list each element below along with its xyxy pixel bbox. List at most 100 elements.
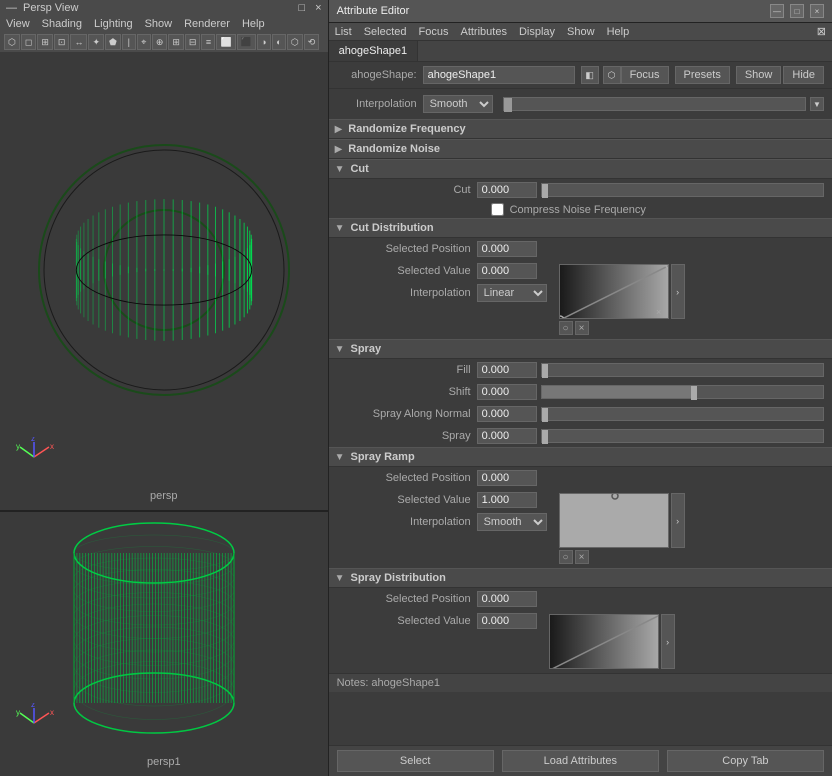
spray-ramp-selpos-input[interactable] [477, 470, 537, 486]
copy-tab-btn[interactable]: Copy Tab [667, 750, 824, 772]
node-icon-btn-1[interactable]: ◧ [581, 66, 599, 84]
ae-menu-focus[interactable]: Focus [419, 26, 449, 38]
toolbar-btn-3[interactable]: ⊞ [37, 34, 53, 50]
interp-top-slider[interactable] [503, 97, 806, 111]
minimize-btn[interactable]: — [6, 2, 17, 14]
cut-input[interactable] [477, 182, 537, 198]
spray-ramp-selval-input[interactable] [477, 492, 537, 508]
interp-top-select[interactable]: SmoothNoneLinearSpline [423, 95, 493, 113]
toolbar-btn-17[interactable]: ◐ [272, 34, 286, 50]
toolbar-btn-8[interactable]: | [122, 34, 136, 50]
menu-help[interactable]: Help [242, 18, 265, 30]
cut-dist-selpos-input[interactable] [477, 241, 537, 257]
svg-text:x: x [50, 708, 54, 717]
toolbar-btn-4[interactable]: ⊡ [54, 34, 70, 50]
viewport-top-canvas[interactable] [0, 52, 328, 488]
toolbar-btn-13[interactable]: ≡ [201, 34, 215, 50]
spray-attr-input[interactable] [477, 428, 537, 444]
ae-menu-help[interactable]: Help [607, 26, 630, 38]
section-cut[interactable]: ▼ Cut [329, 159, 832, 179]
menu-shading[interactable]: Shading [42, 18, 82, 30]
ae-menu-display[interactable]: Display [519, 26, 555, 38]
toolbar-btn-2[interactable]: ◻ [21, 34, 36, 50]
persp-view-titlebar: — Persp View □ × [0, 0, 328, 16]
ae-close-btn[interactable]: × [810, 4, 824, 18]
viewport-bottom[interactable]: x y z persp1 [0, 512, 328, 776]
spray-ramp-selpos-row: Selected Position [329, 467, 832, 489]
cut-dist-ramp-canvas[interactable]: × [559, 264, 669, 319]
spray-ramp-interp-select[interactable]: SmoothNoneLinearSpline [477, 513, 547, 531]
hide-btn[interactable]: Hide [783, 66, 824, 84]
cut-dist-del-btn[interactable]: × [575, 321, 589, 335]
section-cut-distribution[interactable]: ▼ Cut Distribution [329, 218, 832, 238]
interp-top-slider-end[interactable]: ▼ [810, 97, 824, 111]
ae-pin-icon[interactable]: ⊠ [817, 25, 826, 38]
load-attributes-btn[interactable]: Load Attributes [502, 750, 659, 772]
spray-fill-input[interactable] [477, 362, 537, 378]
menu-renderer[interactable]: Renderer [184, 18, 230, 30]
ae-menu-selected[interactable]: Selected [364, 26, 407, 38]
toolbar-btn-12[interactable]: ⊟ [185, 34, 201, 50]
toolbar-btn-16[interactable]: ◑ [257, 34, 271, 50]
spray-normal-input[interactable] [477, 406, 537, 422]
toolbar-btn-9[interactable]: ⌖ [137, 34, 151, 50]
ae-menu-show[interactable]: Show [567, 26, 595, 38]
cut-dist-selval-input[interactable] [477, 263, 537, 279]
cut-dist-add-btn[interactable]: ○ [559, 321, 573, 335]
menu-lighting[interactable]: Lighting [94, 18, 133, 30]
spray-ramp-del-btn[interactable]: × [575, 550, 589, 564]
cylinder-visual [44, 512, 284, 763]
spray-fill-slider[interactable] [541, 363, 824, 377]
spray-dist-selval-input[interactable] [477, 613, 537, 629]
ae-restore-btn[interactable]: □ [790, 4, 804, 18]
section-spray[interactable]: ▼ Spray [329, 339, 832, 359]
spray-shift-slider[interactable] [541, 385, 824, 399]
menu-show[interactable]: Show [145, 18, 173, 30]
toolbar-btn-19[interactable]: ⟲ [304, 34, 320, 50]
compress-noise-checkbox[interactable] [491, 203, 504, 216]
spray-dist-selpos-input[interactable] [477, 591, 537, 607]
section-randomize-frequency[interactable]: ▶ Randomize Frequency [329, 119, 832, 139]
toolbar-btn-6[interactable]: ✦ [88, 34, 104, 50]
restore-btn[interactable]: □ [298, 2, 305, 14]
ae-minimize-btn[interactable]: — [770, 4, 784, 18]
ae-menu-attributes[interactable]: Attributes [460, 26, 506, 38]
section-randomize-noise[interactable]: ▶ Randomize Noise [329, 139, 832, 159]
toolbar-btn-1[interactable]: ⬡ [4, 34, 20, 50]
spray-attr-slider[interactable] [541, 429, 824, 443]
spray-shift-input[interactable] [477, 384, 537, 400]
toolbar-btn-15[interactable]: ⬛ [237, 34, 256, 50]
spray-dist-ramp-canvas[interactable] [549, 614, 659, 669]
node-icon-btn-2[interactable]: ⬡ [603, 66, 621, 84]
spray-ramp-selval-row: Selected Value [329, 489, 555, 511]
cut-dist-interp-select[interactable]: LinearNoneSmoothSpline [477, 284, 547, 302]
spray-ramp-arrow[interactable]: › [671, 493, 685, 548]
section-spray-distribution[interactable]: ▼ Spray Distribution [329, 568, 832, 588]
spray-normal-slider[interactable] [541, 407, 824, 421]
presets-btn[interactable]: Presets [675, 66, 730, 84]
spray-dist-arrow[interactable]: › [661, 614, 675, 669]
spray-ramp-canvas[interactable] [559, 493, 669, 548]
spray-ramp-add-btn[interactable]: ○ [559, 550, 573, 564]
cut-dist-ramp-arrow[interactable]: › [671, 264, 685, 319]
toolbar-btn-10[interactable]: ⊕ [152, 34, 168, 50]
ae-menu-list[interactable]: List [335, 26, 352, 38]
toolbar-btn-7[interactable]: ⬟ [105, 34, 121, 50]
show-btn[interactable]: Show [736, 66, 782, 84]
ae-tab-ahogeshape1[interactable]: ahogeShape1 [329, 41, 419, 61]
toolbar-btn-18[interactable]: ⬡ [287, 34, 303, 50]
toolbar-btn-5[interactable]: ↔ [70, 34, 87, 50]
viewport-top[interactable]: x y z persp [0, 52, 328, 512]
toolbar-btn-11[interactable]: ⊞ [168, 34, 184, 50]
menu-view[interactable]: View [6, 18, 30, 30]
close-btn[interactable]: × [315, 2, 321, 14]
viewport-toolbar: ⬡ ◻ ⊞ ⊡ ↔ ✦ ⬟ | ⌖ ⊕ ⊞ ⊟ ≡ ⬜ ⬛ ◑ ◐ ⬡ ⟲ [0, 32, 328, 52]
focus-btn[interactable]: Focus [621, 66, 669, 84]
cut-dist-selval-row: Selected Value [329, 260, 555, 282]
toolbar-btn-14[interactable]: ⬜ [216, 34, 235, 50]
node-name-input[interactable] [423, 66, 575, 84]
section-spray-ramp[interactable]: ▼ Spray Ramp [329, 447, 832, 467]
cut-slider[interactable] [541, 183, 824, 197]
ae-body[interactable]: Interpolation SmoothNoneLinearSpline ▼ ▶… [329, 89, 832, 745]
select-btn[interactable]: Select [337, 750, 494, 772]
